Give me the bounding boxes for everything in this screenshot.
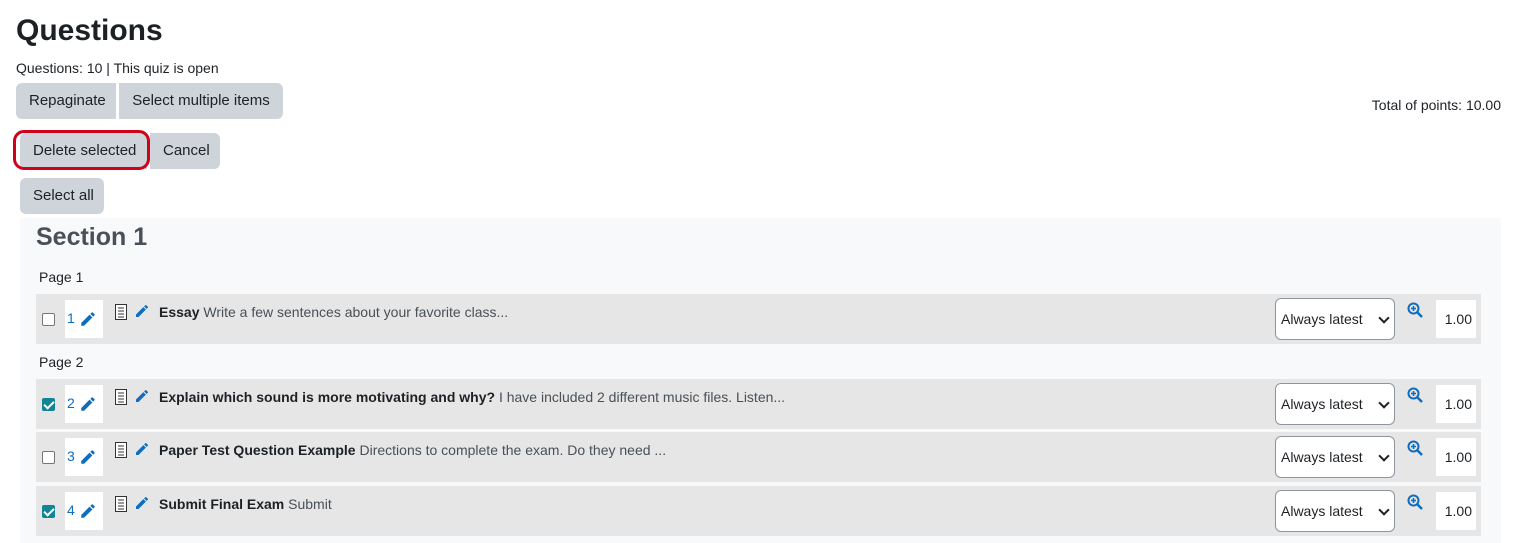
question-summary: Write a few sentences about your favorit… bbox=[203, 304, 509, 320]
edit-pencil-icon[interactable] bbox=[134, 303, 150, 319]
question-number[interactable]: 2 bbox=[67, 395, 75, 411]
question-mark[interactable]: 1.00 bbox=[1436, 385, 1476, 423]
preview-zoom-icon[interactable] bbox=[1407, 387, 1423, 403]
question-number-box: 3 bbox=[65, 438, 103, 476]
question-name: Explain which sound is more motivating a… bbox=[159, 389, 496, 405]
question-mark[interactable]: 1.00 bbox=[1436, 300, 1476, 338]
quiz-status: This quiz is open bbox=[113, 60, 219, 76]
select-all-button[interactable]: Select all bbox=[20, 178, 104, 214]
question-type-icon bbox=[115, 389, 127, 405]
chevron-down-icon bbox=[1378, 397, 1390, 409]
preview-zoom-icon[interactable] bbox=[1407, 440, 1423, 456]
question-text: Paper Test Question Example Directions t… bbox=[159, 442, 666, 458]
delete-selected-highlight bbox=[13, 130, 150, 170]
question-number[interactable]: 4 bbox=[67, 502, 75, 518]
version-select-value: Always latest bbox=[1281, 396, 1363, 412]
question-name: Essay bbox=[159, 304, 200, 320]
question-number-box: 4 bbox=[65, 492, 103, 530]
question-number-box: 2 bbox=[65, 385, 103, 423]
question-number[interactable]: 1 bbox=[67, 310, 75, 326]
chevron-down-icon bbox=[1378, 504, 1390, 516]
version-select[interactable]: Always latest bbox=[1275, 298, 1395, 340]
version-select-value: Always latest bbox=[1281, 503, 1363, 519]
question-type-icon bbox=[115, 304, 127, 320]
question-name: Submit Final Exam bbox=[159, 496, 285, 512]
question-mark[interactable]: 1.00 bbox=[1436, 438, 1476, 476]
question-number[interactable]: 3 bbox=[67, 448, 75, 464]
question-name: Paper Test Question Example bbox=[159, 442, 356, 458]
question-type-icon bbox=[115, 442, 127, 458]
preview-zoom-icon[interactable] bbox=[1407, 302, 1423, 318]
edit-pencil-icon[interactable] bbox=[79, 502, 97, 520]
question-count: Questions: 10 bbox=[16, 60, 103, 76]
version-select-value: Always latest bbox=[1281, 311, 1363, 327]
edit-pencil-icon[interactable] bbox=[79, 395, 97, 413]
question-type-icon bbox=[115, 496, 127, 512]
version-select[interactable]: Always latest bbox=[1275, 383, 1395, 425]
edit-pencil-icon[interactable] bbox=[134, 441, 150, 457]
question-summary: Submit bbox=[288, 496, 332, 512]
question-text: Submit Final Exam Submit bbox=[159, 496, 332, 512]
question-checkbox[interactable] bbox=[42, 313, 55, 326]
section-title: Section 1 bbox=[36, 223, 148, 251]
question-summary: I have included 2 different music files.… bbox=[498, 389, 786, 405]
edit-pencil-icon[interactable] bbox=[134, 388, 150, 404]
question-checkbox[interactable] bbox=[42, 505, 55, 518]
question-checkbox[interactable] bbox=[42, 451, 55, 464]
question-text: Essay Write a few sentences about your f… bbox=[159, 304, 508, 320]
cancel-button[interactable]: Cancel bbox=[150, 133, 220, 169]
page-title: Questions bbox=[16, 14, 163, 47]
question-summary: Directions to complete the exam. Do they… bbox=[359, 442, 667, 458]
info-separator: | bbox=[106, 60, 110, 76]
total-points: Total of points: 10.00 bbox=[1371, 97, 1501, 113]
question-row: 4 Submit Final Exam Submit Always latest… bbox=[36, 486, 1481, 536]
question-text: Explain which sound is more motivating a… bbox=[159, 389, 785, 405]
edit-pencil-icon[interactable] bbox=[134, 495, 150, 511]
chevron-down-icon bbox=[1378, 450, 1390, 462]
edit-pencil-icon[interactable] bbox=[79, 310, 97, 328]
question-number-box: 1 bbox=[65, 300, 103, 338]
version-select-value: Always latest bbox=[1281, 449, 1363, 465]
quiz-info: Questions: 10 | This quiz is open bbox=[16, 59, 219, 77]
repaginate-button[interactable]: Repaginate bbox=[16, 83, 116, 119]
page-label: Page 2 bbox=[39, 354, 84, 370]
page-label: Page 1 bbox=[39, 269, 84, 285]
question-row: 1 Essay Write a few sentences about your… bbox=[36, 294, 1481, 344]
edit-pencil-icon[interactable] bbox=[79, 448, 97, 466]
preview-zoom-icon[interactable] bbox=[1407, 494, 1423, 510]
version-select[interactable]: Always latest bbox=[1275, 490, 1395, 532]
question-mark[interactable]: 1.00 bbox=[1436, 492, 1476, 530]
question-checkbox[interactable] bbox=[42, 398, 55, 411]
chevron-down-icon bbox=[1378, 312, 1390, 324]
question-row: 2 Explain which sound is more motivating… bbox=[36, 379, 1481, 429]
select-multiple-button[interactable]: Select multiple items bbox=[119, 83, 283, 119]
version-select[interactable]: Always latest bbox=[1275, 436, 1395, 478]
question-row: 3 Paper Test Question Example Directions… bbox=[36, 432, 1481, 482]
